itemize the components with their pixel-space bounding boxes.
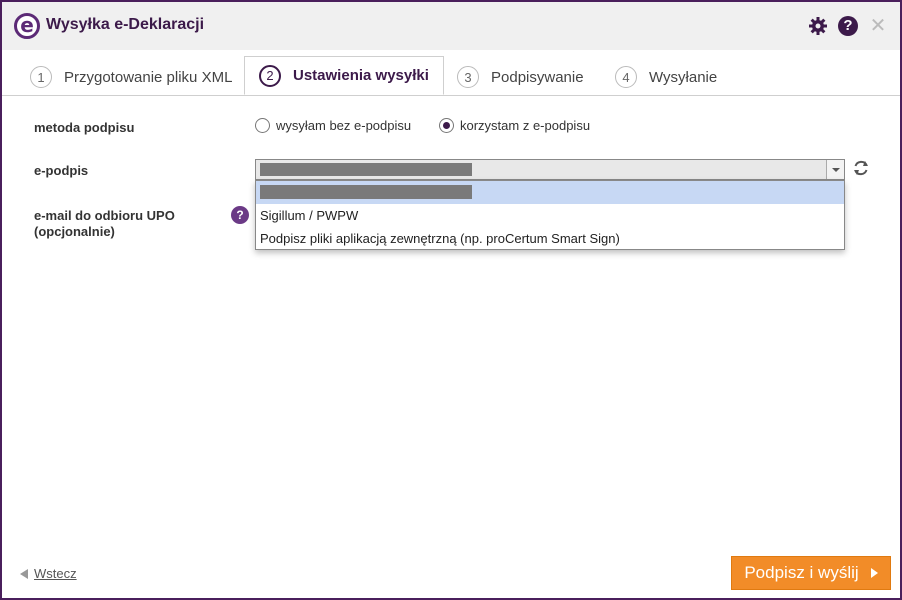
tab-step-number: 2 (259, 64, 281, 87)
tab-label: Wysyłanie (649, 68, 718, 86)
dropdown-option-external-app[interactable]: Podpisz pliki aplikacją zewnętrzną (np. … (256, 227, 844, 250)
radio-with-signature[interactable]: korzystam z e-podpisu (439, 118, 590, 133)
dropdown-option-redacted[interactable] (256, 181, 844, 204)
radio-button-checked[interactable] (439, 118, 454, 133)
submit-label: Podpisz i wyślij (744, 563, 859, 582)
tab-label: Ustawienia wysyłki (293, 67, 429, 84)
back-link[interactable]: Wstecz (20, 566, 77, 581)
tab-signing[interactable]: 3 Podpisywanie (457, 58, 584, 96)
wizard-tabs: 1 Przygotowanie pliku XML 2 Ustawienia w… (2, 50, 900, 96)
chevron-down-icon[interactable] (826, 160, 844, 179)
dialog-window: e Wysyłka e-Deklaracji ? ✕ 1 Przygotowan… (0, 0, 902, 600)
app-logo-icon: e (14, 13, 40, 39)
tab-label: Podpisywanie (491, 68, 584, 86)
gear-icon[interactable] (808, 16, 828, 36)
upo-email-label-line1: e-mail do odbioru UPO (34, 208, 175, 223)
tab-xml-preparation[interactable]: 1 Przygotowanie pliku XML (30, 58, 232, 96)
redacted-option-text (260, 185, 472, 199)
tab-step-number: 1 (30, 66, 52, 88)
esignature-select[interactable] (255, 159, 845, 180)
radio-label: wysyłam bez e-podpisu (276, 118, 412, 133)
close-icon[interactable]: ✕ (868, 16, 888, 36)
tab-sending[interactable]: 4 Wysyłanie (615, 58, 717, 96)
help-icon[interactable]: ? (838, 16, 858, 36)
tab-send-settings[interactable]: 2 Ustawienia wysyłki (244, 56, 444, 95)
back-link-label[interactable]: Wstecz (34, 566, 77, 581)
title-bar: e Wysyłka e-Deklaracji ? ✕ (2, 2, 900, 50)
dialog-title: Wysyłka e-Deklaracji (46, 16, 205, 33)
radio-button[interactable] (255, 118, 270, 133)
esignature-label: e-podpis (34, 163, 89, 178)
chevron-left-icon (20, 568, 28, 579)
tab-step-number: 4 (615, 66, 637, 88)
radio-no-signature[interactable]: wysyłam bez e-podpisu (255, 118, 411, 133)
dropdown-option-sigillum[interactable]: Sigillum / PWPW (256, 204, 844, 227)
esignature-dropdown-list: Sigillum / PWPW Podpisz pliki aplikacją … (255, 180, 845, 250)
refresh-icon[interactable] (852, 159, 870, 177)
tab-step-number: 3 (457, 66, 479, 88)
play-icon (870, 568, 878, 578)
redacted-selected-value (260, 163, 472, 176)
help-icon[interactable]: ? (231, 206, 249, 224)
upo-email-label-line2: (opcjonalnie) (34, 224, 115, 239)
sign-and-send-button[interactable]: Podpisz i wyślij (731, 556, 891, 590)
signature-method-label: metoda podpisu (34, 120, 135, 135)
upo-email-label: e-mail do odbioru UPO (opcjonalnie) (34, 208, 175, 240)
tab-label: Przygotowanie pliku XML (64, 68, 233, 86)
radio-label: korzystam z e-podpisu (460, 118, 591, 133)
